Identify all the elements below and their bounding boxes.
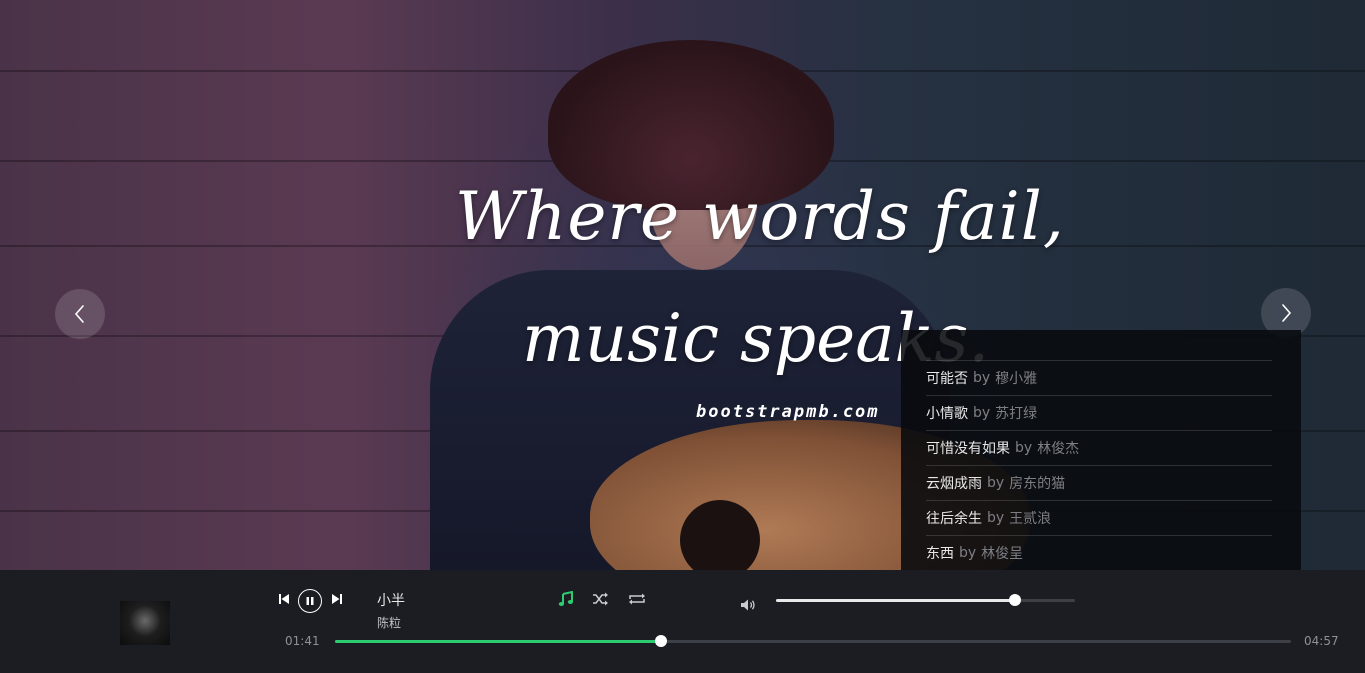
player-bar: 小半 陈粒 01:41 04:57	[0, 570, 1365, 673]
playlist-item-artist: 林俊杰	[1037, 441, 1080, 457]
music-note-icon	[558, 591, 573, 606]
playlist: 可能否 by 穆小雅 小情歌 by 苏打绿 可惜没有如果 by 林俊杰 云烟成雨 by 房东的猫 往后余…	[926, 360, 1272, 570]
watermark: bootstrapmb.com	[696, 402, 880, 422]
playlist-item-title: 可能否	[926, 371, 968, 387]
playlist-item[interactable]: 东西 by 林俊呈	[926, 535, 1272, 570]
progress-handle[interactable]	[654, 635, 667, 647]
guitar-soundhole	[680, 500, 760, 570]
chevron-right-icon	[1282, 304, 1292, 322]
time-total: 04:57	[1304, 634, 1339, 648]
playlist-item-by: by	[987, 510, 1005, 526]
shuffle-icon	[593, 592, 608, 606]
slide-prev-button[interactable]	[55, 289, 105, 339]
progress-fill	[335, 640, 661, 643]
time-current: 01:41	[285, 634, 320, 648]
volume-icon[interactable]	[740, 598, 756, 612]
playlist-item-artist: 王贰浪	[1009, 511, 1052, 527]
playlist-item-title: 东西	[926, 546, 954, 562]
playlist-item[interactable]: 可能否 by 穆小雅	[926, 360, 1272, 395]
slogan-line-1: Where words fail,	[455, 178, 1065, 255]
playlist-item-by: by	[973, 405, 991, 421]
playlist-panel: 可能否 by 穆小雅 小情歌 by 苏打绿 可惜没有如果 by 林俊杰 云烟成雨 by 房东的猫 往后余…	[901, 330, 1301, 570]
track-artist: 陈粒	[377, 616, 402, 630]
chevron-left-icon	[74, 305, 84, 323]
playlist-item-by: by	[987, 475, 1005, 491]
next-button[interactable]	[330, 592, 344, 606]
volume-fill	[776, 599, 1016, 602]
repeat-button[interactable]	[628, 591, 646, 607]
previous-button[interactable]	[277, 592, 291, 606]
playlist-item[interactable]: 往后余生 by 王贰浪	[926, 500, 1272, 535]
playlist-item-artist: 房东的猫	[1009, 476, 1066, 492]
playlist-item[interactable]: 可惜没有如果 by 林俊杰	[926, 430, 1272, 465]
playlist-item-by: by	[973, 370, 991, 386]
playlist-item-artist: 穆小雅	[995, 371, 1038, 387]
previous-icon	[279, 594, 289, 604]
playlist-item-title: 小情歌	[926, 406, 968, 422]
playlist-item-title: 可惜没有如果	[926, 441, 1010, 457]
playlist-item[interactable]: 小情歌 by 苏打绿	[926, 395, 1272, 430]
playlist-item-artist: 苏打绿	[995, 406, 1038, 422]
lyrics-button[interactable]	[558, 591, 574, 607]
playlist-item-by: by	[1015, 440, 1033, 456]
repeat-icon	[629, 593, 645, 605]
playlist-item-title: 云烟成雨	[926, 476, 982, 492]
volume-slider[interactable]	[776, 594, 1075, 606]
playlist-item-artist: 林俊呈	[981, 546, 1024, 562]
next-icon	[332, 594, 342, 604]
progress-bar[interactable]	[335, 635, 1291, 647]
album-cover[interactable]	[120, 601, 170, 645]
playlist-item[interactable]: 云烟成雨 by 房东的猫	[926, 465, 1272, 500]
playlist-item-title: 往后余生	[926, 511, 982, 527]
volume-handle[interactable]	[1009, 594, 1022, 606]
pause-icon	[306, 597, 314, 605]
track-title: 小半	[377, 593, 405, 609]
shuffle-button[interactable]	[592, 591, 608, 607]
playlist-item-by: by	[959, 545, 977, 561]
pause-button[interactable]	[298, 589, 322, 613]
